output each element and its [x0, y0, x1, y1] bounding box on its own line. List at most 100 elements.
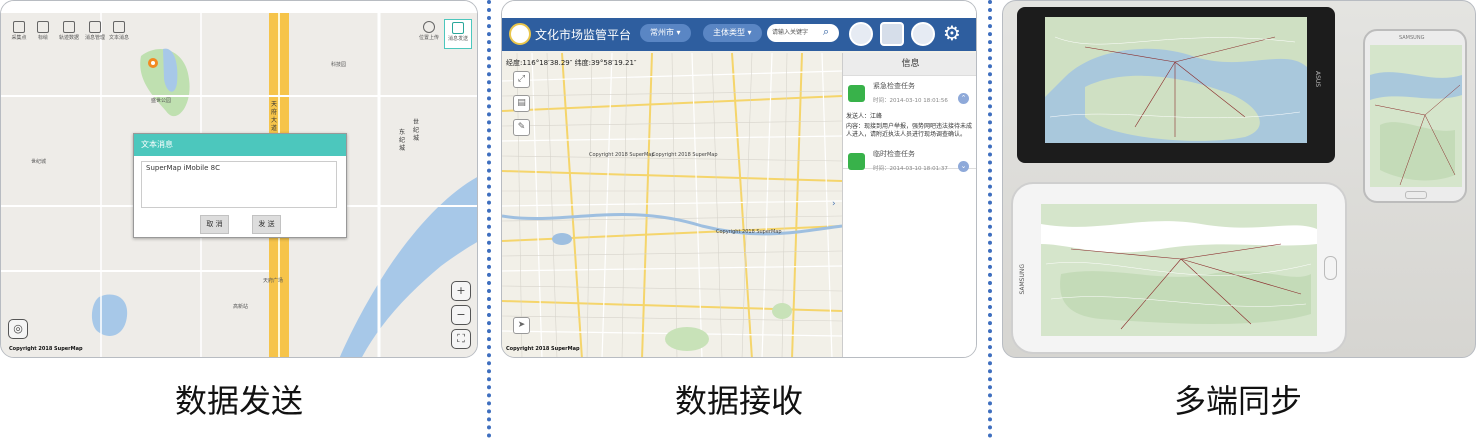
envelope-icon: [89, 21, 101, 33]
message-send-icon: [452, 22, 464, 34]
map-label: 东: [399, 129, 406, 136]
chat-icon: [848, 153, 865, 170]
tablet-white: SAMSUNG: [1011, 182, 1347, 354]
message-title: 紧急检查任务: [873, 82, 915, 90]
map-label: 高新站: [233, 304, 249, 310]
message-send-tool[interactable]: 消息发送: [444, 19, 472, 49]
layers-button[interactable]: ▤: [513, 95, 530, 112]
map-copyright: Copyright 2018 SuperMap: [506, 346, 580, 352]
map-label: 大: [271, 117, 278, 124]
map-label: 盛世公园: [151, 98, 172, 104]
zoom-in-button[interactable]: +: [451, 281, 471, 301]
map-label: 城: [413, 135, 420, 142]
expand-icon: ⤢: [517, 74, 526, 84]
phone-screen: [1370, 45, 1462, 187]
map-copyright: Copyright 2018 SuperMap: [716, 229, 782, 235]
brand-label: SAMSUNG: [1019, 264, 1026, 295]
search-icon[interactable]: ⌕: [823, 25, 829, 39]
dialog-title: 文本消息: [134, 134, 346, 156]
panel-multi-sync: ASUS SAMSUNG SAMSUNG: [1002, 0, 1476, 358]
info-panel-title: 信息: [843, 53, 976, 76]
message-time: 时间：2014-03-10 18:01:37: [873, 166, 948, 172]
expand-button[interactable]: ⤢: [513, 71, 530, 88]
tablet-black: ASUS: [1017, 7, 1335, 163]
app-header: 文化市场监管平台 常州市 ▾ 主体类型 ▾ 请输入关键字 ⌕ ⚙: [502, 18, 976, 51]
zoom-in-icon: +: [456, 284, 466, 297]
collect-point-icon: [13, 21, 25, 33]
plot-icon: [37, 21, 49, 33]
caption-data-receive: 数据接收: [674, 382, 803, 420]
status-bar: [1, 1, 477, 13]
full-extent-button[interactable]: ⛶: [451, 329, 471, 349]
map-label: 天府广场: [263, 278, 284, 284]
app-logo: [509, 23, 531, 45]
type-select-value: 主体类型: [713, 28, 745, 37]
home-button[interactable]: [1324, 256, 1337, 280]
map-copyright: Copyright 2018 SuperMap: [589, 152, 655, 158]
tool-label: 标绘: [37, 35, 48, 41]
type-select[interactable]: 主体类型 ▾: [703, 24, 762, 42]
message-content: 内容：现接到用户举报，强势网吧违法接待未成人进入，请附近执法人员进行现场调查确认…: [846, 123, 973, 138]
tool-label: 采集点: [11, 35, 27, 41]
map-label: 纪: [413, 127, 420, 134]
location-pin-icon: [423, 21, 435, 33]
caption-multi-sync: 多端同步: [1173, 382, 1302, 420]
map-label: 城: [399, 145, 406, 152]
map-copyright: Copyright 2018 SuperMap: [9, 346, 83, 352]
cancel-button[interactable]: 取 消: [200, 215, 229, 234]
collect-point-tool[interactable]: 采集点: [6, 19, 32, 47]
edit-button[interactable]: ✎: [513, 119, 530, 136]
city-select[interactable]: 常州市 ▾: [640, 24, 691, 42]
district-label: 世 纪 城: [413, 119, 421, 143]
zoom-out-button[interactable]: −: [451, 305, 471, 325]
chevron-up-icon[interactable]: ⌃: [958, 93, 969, 104]
document-icon: [113, 21, 125, 33]
message-time: 时间：2014-03-10 18:01:56: [873, 98, 948, 104]
navigate-button[interactable]: ➤: [513, 317, 530, 334]
map-label: 纪: [399, 137, 406, 144]
map-label: 世: [413, 119, 420, 126]
plot-tool[interactable]: 标绘: [30, 19, 56, 47]
text-message-tool[interactable]: 文本消息: [106, 19, 132, 47]
locate-icon: ◎: [13, 322, 23, 335]
location-upload-tool[interactable]: 位置上传: [416, 19, 442, 47]
collapse-panel-icon[interactable]: ›: [832, 199, 836, 209]
caption-data-send: 数据发送: [174, 382, 303, 420]
locate-button[interactable]: ◎: [8, 319, 28, 339]
tool-label: 轨迹数据: [58, 35, 79, 41]
tool-label: 消息管理: [84, 35, 105, 41]
database-icon: [63, 21, 75, 33]
map-copyright: Copyright 2018 SuperMap: [652, 152, 718, 158]
chevron-down-icon[interactable]: ⌄: [958, 161, 969, 172]
message-input[interactable]: SuperMap iMobile 8C: [141, 161, 337, 208]
coordinate-readout: 经度:116°18′38.29″ 纬度:39°58′19.21″: [506, 59, 637, 67]
map-label: 世纪城: [31, 159, 47, 165]
phone-white: SAMSUNG: [1363, 29, 1467, 203]
brand-label: ASUS: [1314, 71, 1321, 88]
panel-data-receive: 文化市场监管平台 常州市 ▾ 主体类型 ▾ 请输入关键字 ⌕ ⚙ 经度:116°…: [501, 0, 977, 358]
road-label: 天 府 大 道: [271, 101, 279, 133]
home-button[interactable]: [1405, 191, 1427, 199]
chat-icon: [848, 85, 865, 102]
gear-icon[interactable]: ⚙: [943, 21, 961, 45]
tablet-white-screen: [1041, 204, 1317, 336]
divider: [988, 0, 992, 438]
message-manage-tool[interactable]: 消息管理: [82, 19, 108, 47]
track-data-tool[interactable]: 轨迹数据: [56, 19, 82, 47]
map-label: 科技园: [331, 62, 347, 68]
park-map: [1045, 17, 1307, 143]
info-panel: 信息 紧急检查任务 时间：2014-03-10 18:01:56 ⌃ 发送人：江…: [842, 53, 976, 357]
navigate-icon: ➤: [517, 320, 526, 330]
full-extent-icon: ⛶: [457, 332, 465, 345]
park-map: [1370, 45, 1462, 187]
map-label: 府: [271, 109, 278, 116]
user-icon[interactable]: [911, 22, 935, 46]
tool-label: 文本消息: [108, 35, 129, 41]
send-button[interactable]: 发 送: [252, 215, 281, 234]
locate-icon[interactable]: [849, 22, 873, 46]
app-title: 文化市场监管平台: [535, 28, 632, 42]
pencil-icon: ✎: [517, 122, 526, 132]
message-icon[interactable]: [880, 22, 904, 46]
brand-label: SAMSUNG: [1399, 35, 1425, 41]
message-item[interactable]: 临时检查任务 时间：2014-03-10 18:01:37 ⌄: [843, 145, 976, 179]
